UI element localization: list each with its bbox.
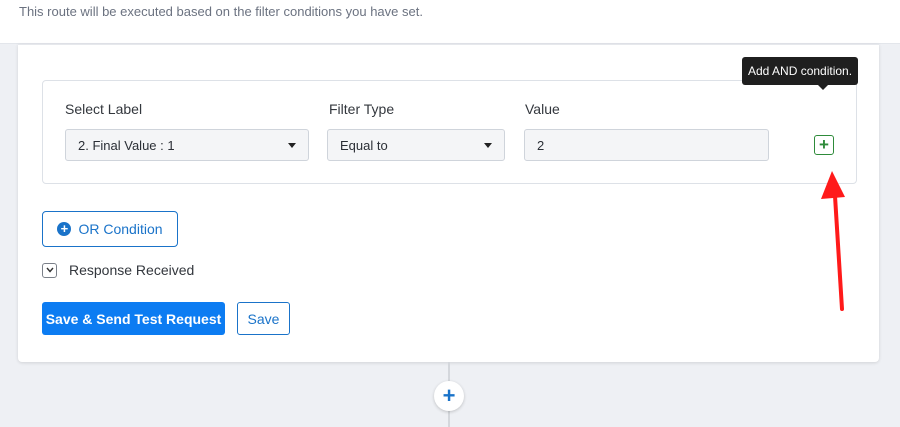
- or-condition-button[interactable]: + OR Condition: [42, 211, 178, 247]
- select-label-dropdown[interactable]: 2. Final Value : 1: [65, 129, 309, 161]
- value-header: Value: [525, 101, 560, 117]
- annotation-arrow-icon: [821, 171, 845, 311]
- and-condition-group: Select Label Filter Type Value 2. Final …: [42, 80, 857, 184]
- select-label-value: 2. Final Value : 1: [78, 137, 175, 153]
- add-and-tooltip: Add AND condition.: [742, 57, 859, 90]
- save-button[interactable]: Save: [237, 302, 290, 335]
- filter-type-dropdown[interactable]: Equal to: [327, 129, 505, 161]
- save-send-test-request-button[interactable]: Save & Send Test Request: [42, 302, 225, 335]
- route-filter-card: Select Label Filter Type Value 2. Final …: [18, 44, 879, 362]
- value-input-text: 2: [537, 137, 545, 153]
- filter-type-value: Equal to: [340, 137, 388, 153]
- select-label-header: Select Label: [65, 101, 143, 117]
- response-received-toggle[interactable]: Response Received: [42, 262, 194, 278]
- add-step-button[interactable]: +: [434, 381, 464, 411]
- card-divider: [18, 44, 879, 45]
- filter-type-header: Filter Type: [329, 101, 395, 117]
- plus-circle-icon: +: [57, 222, 72, 236]
- route-description: This route will be executed based on the…: [19, 4, 423, 19]
- response-received-label: Response Received: [69, 262, 195, 278]
- chevron-down-icon: [484, 143, 492, 148]
- chevron-down-icon: [288, 143, 296, 148]
- route-description-bar: This route will be executed based on the…: [0, 0, 900, 44]
- value-input[interactable]: 2: [524, 129, 769, 161]
- add-and-condition-button[interactable]: +: [814, 135, 834, 155]
- chevron-down-icon: [42, 262, 57, 278]
- or-condition-label: OR Condition: [78, 221, 163, 237]
